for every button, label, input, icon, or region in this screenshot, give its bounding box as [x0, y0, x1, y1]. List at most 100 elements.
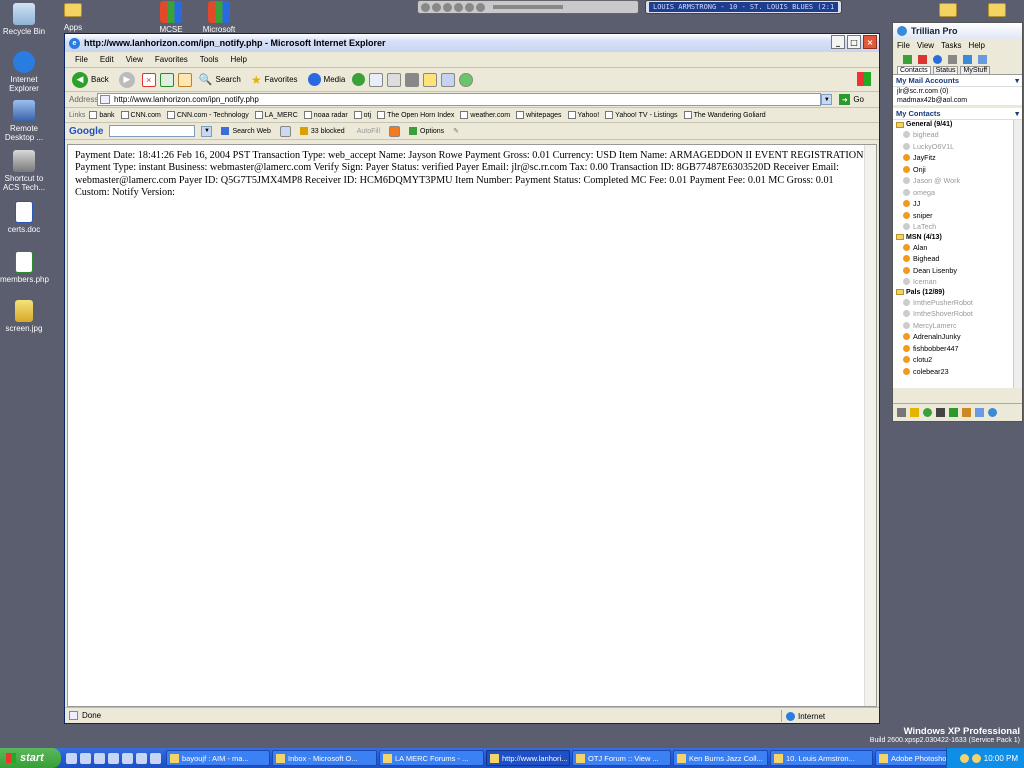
desktop-folder-top-right-2[interactable]: [973, 3, 1021, 17]
app-quicklaunch-icon[interactable]: [136, 752, 147, 764]
home-icon[interactable]: [177, 72, 192, 87]
window-titlebar[interactable]: e http://www.lanhorizon.com/ipn_notify.p…: [65, 34, 879, 52]
mail-account-item[interactable]: jlr@sc.rr.com (0): [893, 87, 1022, 96]
link-item[interactable]: weather.com: [460, 111, 510, 119]
google-options-button[interactable]: Options: [406, 126, 447, 136]
previous-icon[interactable]: [421, 2, 430, 12]
eject-icon[interactable]: [476, 2, 485, 12]
popup-blocker-button[interactable]: 33 blocked: [297, 126, 348, 136]
contact-item[interactable]: Iceman: [893, 276, 1022, 288]
search-web-button[interactable]: Search Web: [218, 126, 273, 136]
address-dropdown-button[interactable]: ▼: [821, 94, 833, 105]
ie-quicklaunch-icon[interactable]: [66, 752, 77, 764]
blogger-icon[interactable]: [389, 125, 401, 137]
menu-file[interactable]: File: [69, 55, 94, 64]
menu-favorites[interactable]: Favorites: [149, 55, 194, 64]
desktop-folder-top-right-1[interactable]: [924, 3, 972, 17]
link-item[interactable]: noaa radar: [303, 111, 348, 119]
taskbar-button[interactable]: OTJ Forum :: View ...: [572, 750, 671, 766]
contact-item[interactable]: JayFitz: [893, 152, 1022, 164]
next-icon[interactable]: [465, 2, 474, 12]
aim-icon[interactable]: [910, 408, 919, 417]
internet-explorer-window[interactable]: e http://www.lanhorizon.com/ipn_notify.p…: [64, 33, 880, 724]
stop-icon[interactable]: ×: [141, 72, 156, 87]
contact-item[interactable]: LuckyO6V1L: [893, 141, 1022, 153]
contact-item[interactable]: AdrenalnJunky: [893, 331, 1022, 343]
add-contact-icon[interactable]: [903, 54, 912, 64]
maximize-button[interactable]: □: [847, 35, 861, 49]
desktop-icon-apps[interactable]: Apps: [49, 3, 97, 32]
mail-accounts-header[interactable]: My Mail Accounts ▾: [893, 75, 1022, 87]
menu-edit[interactable]: Edit: [94, 55, 120, 64]
irc-icon[interactable]: [936, 408, 945, 417]
contact-item[interactable]: MercyLamerc: [893, 320, 1022, 332]
trillian-menu-tasks[interactable]: Tasks: [941, 41, 961, 50]
taskbar-button[interactable]: Ken Burns Jazz Coll...: [673, 750, 768, 766]
contact-item[interactable]: Bighead: [893, 253, 1022, 265]
globe-icon[interactable]: [988, 408, 997, 417]
vertical-scrollbar[interactable]: [864, 145, 876, 706]
contact-item[interactable]: Dean Lisenby: [893, 265, 1022, 277]
contacts-header[interactable]: My Contacts ▾: [893, 108, 1022, 120]
desktop-icon-screen-jpg[interactable]: screen.jpg: [0, 300, 48, 333]
google-logo[interactable]: Google: [69, 126, 103, 137]
play-icon[interactable]: [432, 2, 441, 12]
link-item[interactable]: The Wandering Goliard: [683, 111, 766, 119]
taskbar-button[interactable]: http://www.lanhori...: [486, 750, 570, 766]
taskbar-button[interactable]: 10. Louis Armstron...: [770, 750, 873, 766]
research-icon[interactable]: [441, 72, 456, 87]
history-icon[interactable]: [352, 73, 366, 86]
refresh-icon[interactable]: [159, 72, 174, 87]
media-quicklaunch-icon[interactable]: [108, 752, 119, 764]
msn-icon[interactable]: [949, 408, 958, 417]
app-quicklaunch-icon[interactable]: [150, 752, 161, 764]
tab-status[interactable]: Status: [932, 66, 959, 74]
icq-icon[interactable]: [923, 408, 932, 417]
menu-help[interactable]: Help: [224, 55, 252, 64]
contact-list[interactable]: General (9/41) bighead LuckyO6V1L JayFitz On…: [893, 120, 1022, 388]
link-item[interactable]: Yahoo!: [567, 111, 599, 119]
discuss-icon[interactable]: [423, 72, 438, 87]
tray-icon[interactable]: [959, 753, 969, 763]
outlook-quicklaunch-icon[interactable]: [94, 752, 105, 764]
highlight-pen-icon[interactable]: ✎: [453, 127, 459, 135]
media-player-controls[interactable]: [417, 0, 639, 14]
link-item[interactable]: bank: [89, 111, 115, 119]
remove-contact-icon[interactable]: [918, 54, 927, 64]
taskbar-button[interactable]: bayoujf : AIM - ma...: [166, 750, 270, 766]
yahoo-icon[interactable]: [962, 408, 971, 417]
desktop-icon-acs-tech[interactable]: Shortcut to ACS Tech...: [0, 150, 48, 192]
tray-icon[interactable]: [971, 753, 981, 763]
contact-item[interactable]: Jason @ Work: [893, 175, 1022, 187]
forward-button[interactable]: ▶: [116, 71, 138, 89]
google-search-input[interactable]: [109, 125, 196, 137]
favorites-button[interactable]: ★ Favorites: [248, 72, 301, 88]
contact-item[interactable]: ImthePusherRobot: [893, 297, 1022, 309]
info-icon[interactable]: [933, 54, 942, 64]
contact-group[interactable]: MSN (4/13): [893, 233, 1022, 242]
menu-view[interactable]: View: [120, 55, 149, 64]
trillian-menu-view[interactable]: View: [917, 41, 934, 50]
taskbar-button[interactable]: Inbox - Microsoft O...: [272, 750, 377, 766]
back-button[interactable]: ◀ Back: [69, 71, 112, 89]
pagerank-icon[interactable]: [279, 125, 291, 137]
contact-item[interactable]: LaTech: [893, 221, 1022, 233]
go-button[interactable]: ➜ Go: [836, 93, 867, 106]
trillian-window[interactable]: Trillian Pro File View Tasks Help Contac…: [892, 22, 1023, 422]
messenger-icon[interactable]: [459, 72, 474, 87]
contact-item[interactable]: omega: [893, 187, 1022, 199]
trillian-menu-file[interactable]: File: [897, 41, 910, 50]
contact-item[interactable]: fishbobber447: [893, 343, 1022, 355]
media-button[interactable]: Media: [305, 72, 349, 87]
tab-contacts[interactable]: Contacts: [897, 66, 931, 74]
status-icon[interactable]: [948, 54, 957, 64]
contact-group[interactable]: Pals (12/89): [893, 288, 1022, 297]
desktop-icon-remote-desktop[interactable]: Remote Desktop ...: [0, 100, 48, 142]
address-input[interactable]: http://www.lanhorizon.com/ipn_notify.php: [97, 93, 822, 106]
menu-tools[interactable]: Tools: [194, 55, 225, 64]
mail-icon[interactable]: [369, 72, 384, 87]
contact-item[interactable]: Onji: [893, 164, 1022, 176]
trillian-titlebar[interactable]: Trillian Pro: [893, 23, 1022, 39]
google-search-dropdown[interactable]: ▼: [201, 125, 213, 137]
stop-icon[interactable]: [454, 2, 463, 12]
